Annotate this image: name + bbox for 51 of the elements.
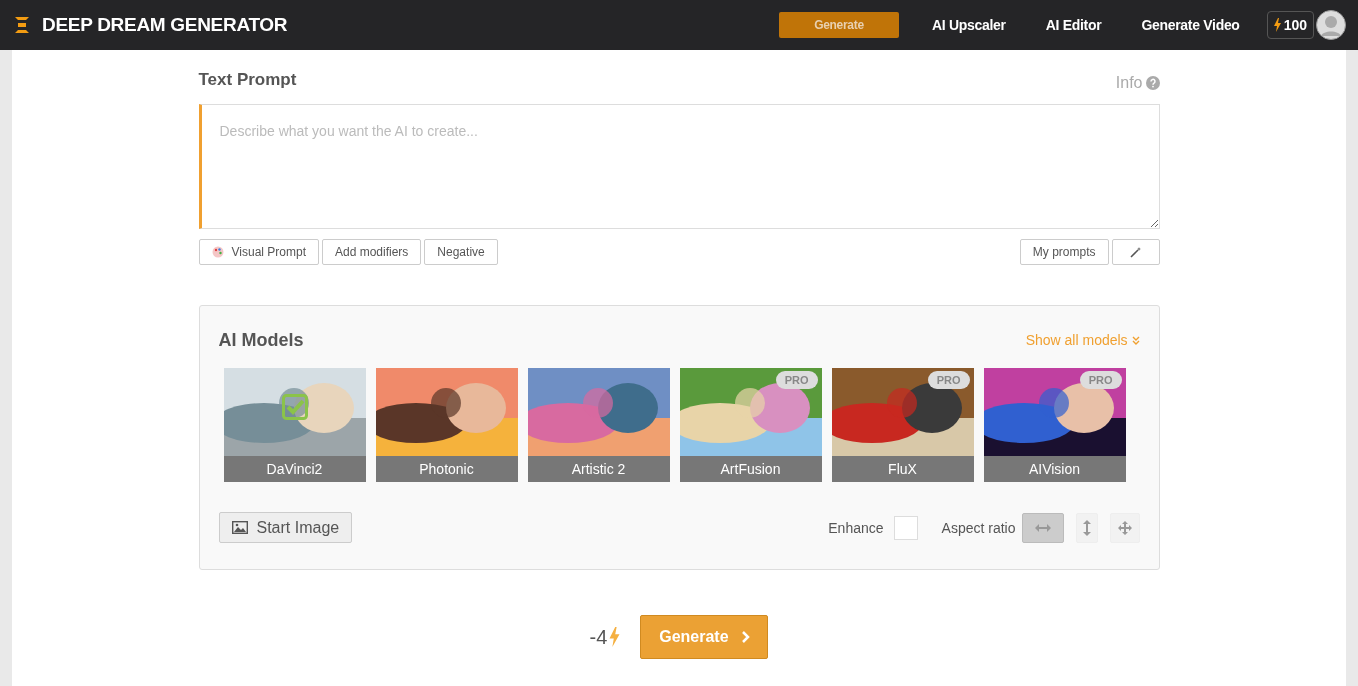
model-name: AIVision xyxy=(983,456,1126,482)
credits-badge[interactable]: 100 xyxy=(1266,11,1314,39)
vertical-arrow-icon xyxy=(1082,519,1091,536)
credit-cost: -4 xyxy=(589,625,608,649)
model-name: DaVinci2 xyxy=(223,456,366,482)
section-title: Text Prompt xyxy=(198,70,297,90)
enhance-checkbox[interactable] xyxy=(893,515,918,540)
checkmark-icon xyxy=(281,394,308,420)
pro-badge: PRO xyxy=(927,371,970,389)
pro-badge: PRO xyxy=(775,371,818,389)
pro-badge: PRO xyxy=(1079,371,1122,389)
double-chevron-down-icon xyxy=(1131,336,1140,345)
brand-name: DEEP DREAM GENERATOR xyxy=(42,14,288,36)
nav-link[interactable]: AI Editor xyxy=(1026,11,1121,39)
nav-link[interactable]: Generate Video xyxy=(1122,11,1259,39)
bolt-icon xyxy=(609,627,621,647)
prompt-button[interactable]: Negative xyxy=(424,239,498,265)
help-icon xyxy=(1145,76,1160,90)
prompt-button[interactable]: Add modifiers xyxy=(322,239,422,265)
model-card[interactable]: PRO ArtFusion xyxy=(679,368,822,482)
model-card[interactable]: PRO FluX xyxy=(831,368,974,482)
prompt-button[interactable]: My prompts xyxy=(1019,239,1109,265)
image-icon xyxy=(231,521,248,534)
enhance-label: Enhance xyxy=(828,519,884,536)
aspect-ratio-label: Aspect ratio xyxy=(941,519,1016,536)
credits-count: 100 xyxy=(1283,17,1307,33)
palette-icon xyxy=(211,246,224,258)
aspect-ratio-button[interactable] xyxy=(1021,512,1064,543)
move-arrows-icon xyxy=(1117,520,1132,535)
model-name: Artistic 2 xyxy=(527,456,670,482)
model-card[interactable]: Photonic xyxy=(375,368,518,482)
model-card[interactable]: DaVinci2 xyxy=(223,368,366,482)
start-image-button[interactable]: Start Image xyxy=(218,512,353,543)
bolt-icon xyxy=(1273,18,1281,32)
model-name: FluX xyxy=(831,456,974,482)
horizontal-arrow-icon xyxy=(1034,523,1051,532)
info-link[interactable]: Info xyxy=(1115,74,1160,92)
avatar-icon[interactable] xyxy=(1316,10,1346,40)
prompt-field[interactable]: Describe what you want the AI to create... xyxy=(198,104,1160,229)
model-card[interactable]: PRO AIVision xyxy=(983,368,1126,482)
nav-link[interactable]: Generate xyxy=(779,12,899,38)
model-name: Photonic xyxy=(375,456,518,482)
magic-button[interactable] xyxy=(1111,239,1160,265)
section-title: AI Models xyxy=(218,329,304,351)
nav-link[interactable]: AI Upscaler xyxy=(913,11,1025,39)
wand-icon xyxy=(1129,246,1142,258)
prompt-button[interactable]: Visual Prompt xyxy=(198,239,319,265)
model-name: ArtFusion xyxy=(679,456,822,482)
model-card[interactable]: Artistic 2 xyxy=(527,368,670,482)
chevron-right-icon xyxy=(740,631,750,643)
logo-icon xyxy=(14,16,30,34)
